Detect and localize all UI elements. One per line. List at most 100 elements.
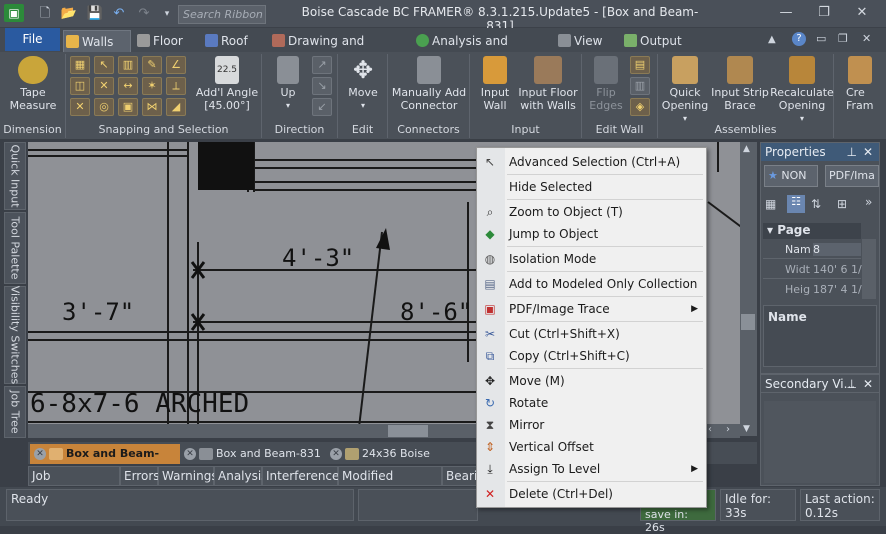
properties-close-icon[interactable]: ✕ bbox=[863, 143, 873, 161]
menu-item-assign-to-level[interactable]: ⤓ Assign To Level ▶ bbox=[477, 458, 706, 480]
alphabetical-icon[interactable]: ☷ bbox=[787, 195, 805, 213]
tab-analysis[interactable]: Analysis bbox=[214, 466, 267, 486]
object-name-selector[interactable]: PDF/Ima bbox=[825, 165, 879, 187]
edit-wall-icon-2[interactable]: ▥ bbox=[630, 77, 650, 95]
redo-icon[interactable]: ↷ bbox=[135, 6, 153, 22]
snap-angle-icon[interactable]: ∠ bbox=[166, 56, 186, 74]
side-tab-quick-input[interactable]: Quick Input bbox=[4, 142, 26, 210]
property-row[interactable]: Widt 140' 6 1/ bbox=[763, 261, 862, 279]
help-icon[interactable]: ? bbox=[792, 32, 806, 46]
doc-minimize-icon[interactable]: ▭ bbox=[816, 32, 826, 45]
snap-edit-icon[interactable]: ✎ bbox=[142, 56, 162, 74]
snap-cross-icon[interactable]: ✕ bbox=[94, 77, 114, 95]
tab-floor[interactable]: Floor bbox=[135, 30, 195, 52]
collapse-ribbon-icon[interactable]: ▲ bbox=[768, 34, 776, 45]
vertical-scrollbar[interactable]: ▲ ▼ bbox=[740, 142, 757, 436]
menu-item-mirror[interactable]: ⧗ Mirror bbox=[477, 414, 706, 436]
tab-job-information[interactable]: Job Information bbox=[28, 466, 120, 501]
close-tab-icon[interactable]: ✕ bbox=[34, 448, 46, 460]
secondary-view-close-icon[interactable]: ✕ bbox=[863, 375, 873, 393]
property-section-page[interactable]: ▾ Page bbox=[763, 223, 861, 239]
menu-item-pdf-image-trace[interactable]: ▣ PDF/Image Trace ▶ bbox=[477, 298, 706, 320]
new-document-icon[interactable]: 🗋 bbox=[36, 6, 54, 22]
menu-item-zoom-to-object[interactable]: ⌕ Zoom to Object (T) bbox=[477, 201, 706, 223]
input-strip-brace-button[interactable]: Input Strip Brace bbox=[710, 56, 770, 112]
tab-output[interactable]: Output bbox=[622, 30, 682, 52]
menu-item-advanced-selection[interactable]: ↖ Advanced Selection (Ctrl+A) bbox=[477, 151, 706, 173]
snap-intersect-icon[interactable]: ✶ bbox=[142, 77, 162, 95]
snap-tangent-icon[interactable]: ◢ bbox=[166, 98, 186, 116]
close-tab-icon[interactable]: ✕ bbox=[330, 448, 342, 460]
snap-nearest-icon[interactable]: ✕ bbox=[70, 98, 90, 116]
close-tab-icon[interactable]: ✕ bbox=[184, 448, 196, 460]
close-icon[interactable]: ✕ bbox=[848, 3, 876, 23]
quick-opening-button[interactable]: Quick Opening ▾ bbox=[660, 56, 710, 125]
recalculate-opening-button[interactable]: Recalculate Opening ▾ bbox=[770, 56, 834, 125]
open-folder-icon[interactable]: 📂 bbox=[60, 6, 78, 22]
menu-item-copy[interactable]: ⧉ Copy (Ctrl+Shift+C) bbox=[477, 345, 706, 367]
object-type-selector[interactable]: ★ NON bbox=[764, 165, 818, 187]
overflow-icon[interactable]: » bbox=[865, 195, 872, 209]
snap-parallel-icon[interactable]: ⋈ bbox=[142, 98, 162, 116]
pin-icon[interactable]: ⊥ bbox=[847, 143, 857, 161]
doc-restore-icon[interactable]: ❐ bbox=[838, 32, 848, 45]
property-row[interactable]: Nam 8 bbox=[763, 241, 861, 259]
doc-close-icon[interactable]: ✕ bbox=[862, 32, 871, 45]
create-frame-button[interactable]: Cre Fram bbox=[838, 56, 886, 112]
manually-add-connector-button[interactable]: Manually Add Connector bbox=[390, 56, 468, 112]
minimize-icon[interactable]: — bbox=[772, 3, 800, 23]
move-button[interactable]: ✥ Move ▾ bbox=[342, 56, 384, 112]
flip-edges-button[interactable]: Flip Edges bbox=[586, 56, 626, 112]
scroll-up-icon[interactable]: ▲ bbox=[743, 144, 750, 154]
snap-grid-icon[interactable]: ▦ bbox=[70, 56, 90, 74]
tab-file[interactable]: File bbox=[5, 28, 60, 51]
tab-interferences[interactable]: Interferences bbox=[262, 466, 346, 486]
input-wall-button[interactable]: Input Wall bbox=[474, 56, 516, 112]
scroll-left-icon[interactable]: ‹ bbox=[708, 424, 712, 435]
doc-tab-box-beam[interactable]: ✕ Box and Beam-831 bbox=[180, 444, 326, 464]
doc-tab-box-beam-active[interactable]: ✕Box and Beam-831 bbox=[30, 444, 180, 480]
property-scrollbar[interactable] bbox=[862, 239, 876, 299]
direction-icon-2[interactable]: ↘ bbox=[312, 77, 332, 95]
menu-item-cut[interactable]: ✂ Cut (Ctrl+Shift+X) bbox=[477, 323, 706, 345]
menu-item-rotate[interactable]: ↻ Rotate bbox=[477, 392, 706, 414]
qat-dropdown-icon[interactable]: ▾ bbox=[158, 6, 176, 22]
tab-bearing[interactable]: Bearin bbox=[442, 466, 480, 486]
menu-item-isolation-mode[interactable]: ◍ Isolation Mode bbox=[477, 248, 706, 270]
tab-roof[interactable]: Roof bbox=[203, 30, 263, 52]
scroll-thumb[interactable] bbox=[741, 314, 755, 330]
save-icon[interactable]: 💾 bbox=[86, 6, 104, 22]
side-tab-job-tree[interactable]: Job Tree bbox=[4, 386, 26, 438]
direction-icon-3[interactable]: ↙ bbox=[312, 98, 332, 116]
input-floor-with-walls-button[interactable]: Input Floor with Walls bbox=[516, 56, 580, 112]
snap-endpoint-icon[interactable]: ◫ bbox=[70, 77, 90, 95]
property-pages-icon[interactable]: ⊞ bbox=[837, 197, 847, 211]
secondary-view-area[interactable] bbox=[764, 401, 876, 483]
tab-modified-bearings[interactable]: Modified Bearings bbox=[338, 466, 442, 501]
menu-item-delete[interactable]: ✕ Delete (Ctrl+Del) bbox=[477, 483, 706, 505]
menu-item-hide-selected[interactable]: Hide Selected bbox=[477, 176, 706, 198]
direction-icon-1[interactable]: ↗ bbox=[312, 56, 332, 74]
snap-select-icon[interactable]: ↖ bbox=[94, 56, 114, 74]
tape-measure-button[interactable]: Tape Measure bbox=[4, 56, 62, 112]
categorized-icon[interactable]: ▦ bbox=[765, 197, 776, 211]
snap-wall-icon[interactable]: ▥ bbox=[118, 56, 138, 74]
side-tab-visibility-switches[interactable]: Visibility Switches bbox=[4, 286, 26, 384]
snap-midpoint-icon[interactable]: ↔ bbox=[118, 77, 138, 95]
restore-icon[interactable]: ❐ bbox=[810, 3, 838, 23]
tab-drawing-markup[interactable]: Drawing and Markup bbox=[270, 30, 400, 70]
snap-box-icon[interactable]: ▣ bbox=[118, 98, 138, 116]
menu-item-jump-to-object[interactable]: ◆ Jump to Object bbox=[477, 223, 706, 245]
addl-angle-button[interactable]: 22.5 Add'l Angle [45.00°] bbox=[194, 56, 260, 112]
snap-center-icon[interactable]: ◎ bbox=[94, 98, 114, 116]
app-icon[interactable]: ▣ bbox=[4, 4, 24, 22]
scroll-right-icon[interactable]: › bbox=[726, 424, 730, 435]
tab-walls[interactable]: Walls bbox=[63, 30, 131, 52]
hscroll-thumb[interactable] bbox=[388, 425, 428, 437]
side-tab-tool-palette[interactable]: Tool Palette bbox=[4, 212, 26, 284]
pin-icon[interactable]: ⊥ bbox=[847, 375, 857, 393]
snap-perp-icon[interactable]: ⟂ bbox=[166, 77, 186, 95]
up-button[interactable]: Up ▾ bbox=[268, 56, 308, 112]
menu-item-add-to-modeled-only[interactable]: ▤ Add to Modeled Only Collection bbox=[477, 273, 706, 295]
edit-wall-icon-3[interactable]: ◈ bbox=[630, 98, 650, 116]
